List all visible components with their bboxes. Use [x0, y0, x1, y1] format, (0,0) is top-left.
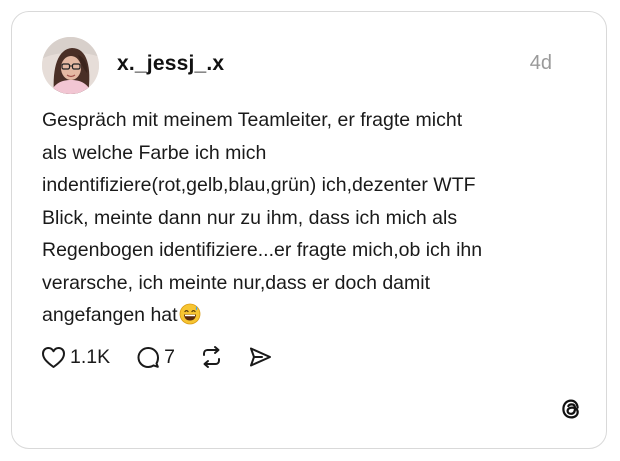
post-text-line: Gespräch mit meinem Teamleiter, er fragt… [42, 109, 463, 131]
post-text-line-last: angefangen hat [42, 299, 582, 332]
post-text-line: verarsche, ich meinte nur,dass er doch d… [42, 271, 431, 294]
profile-photo-icon [42, 37, 99, 94]
like-button[interactable]: 1.1K [41, 346, 110, 369]
like-count: 1.1K [70, 345, 111, 368]
avatar[interactable] [42, 37, 99, 94]
timestamp: 4d [529, 52, 552, 74]
threads-logo-icon [562, 399, 579, 419]
repost-icon [202, 346, 220, 368]
reply-count: 7 [164, 345, 175, 368]
share-button[interactable] [248, 345, 273, 369]
post-text-line: Blick, meinte dann nur zu ihm, dass ich … [42, 206, 458, 229]
action-bar: 1.1K 7 [41, 344, 273, 370]
repost-button[interactable] [199, 345, 224, 369]
heart-icon [42, 346, 65, 368]
comment-icon [137, 347, 160, 368]
post-text-line: Regenbogen identifiziere...er fragte mic… [42, 239, 483, 261]
reply-button[interactable]: 7 [136, 345, 175, 369]
post-card[interactable]: x._jessj_.x 4d Gespräch mit meinem Teaml… [11, 11, 607, 449]
post-text: Gespräch mit meinem Teamleiter, er fragt… [42, 104, 582, 332]
send-icon [249, 347, 271, 367]
post-text-line: indentifiziere(rot,gelb,blau,grün) ich,d… [42, 174, 476, 196]
username[interactable]: x._jessj_.x [117, 52, 224, 76]
post-text-line: als welche Farbe ich mich [42, 141, 267, 164]
grinning-face-with-sweat-icon [179, 303, 200, 325]
post-text-line: angefangen hat [42, 304, 178, 326]
